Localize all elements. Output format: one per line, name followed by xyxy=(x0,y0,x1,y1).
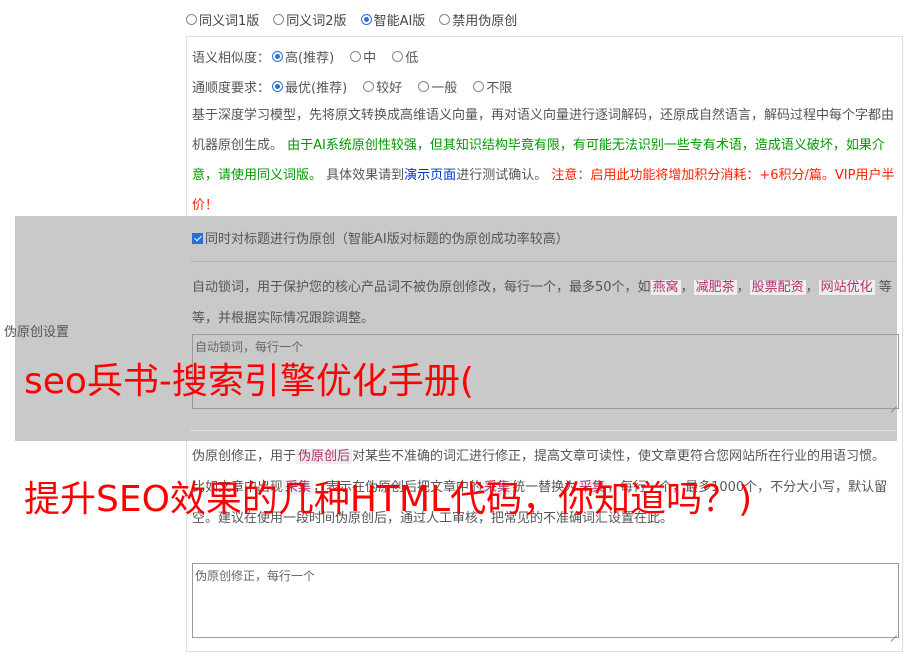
correction-placeholder: 伪原创修正，每行一个 xyxy=(195,569,316,583)
radio-icon[interactable] xyxy=(473,81,485,92)
correction-textarea[interactable]: 伪原创修正，每行一个 xyxy=(192,563,899,638)
version-option-synonym1[interactable]: 同义词1版 xyxy=(186,10,259,29)
overlay-title-line1: seo兵书-搜索引擎优化手册( xyxy=(24,361,474,402)
lock-words-intro: 自动锁词，用于保护您的核心产品词不被伪原创修改，每行一个，最多50个，如 xyxy=(192,280,651,295)
version-option-synonym2[interactable]: 同义词2版 xyxy=(273,10,347,29)
pseudo-original-settings-label: 伪原创设置 xyxy=(4,325,70,340)
divider xyxy=(190,261,897,262)
desc-part3: 具体效果请到 xyxy=(326,168,405,183)
separator: ， xyxy=(680,280,694,295)
divider xyxy=(190,430,897,431)
similarity-mid[interactable]: 中 xyxy=(350,47,376,66)
demo-page-link[interactable]: 演示页面 xyxy=(404,168,456,183)
desc-part4: 进行测试确认。 xyxy=(456,168,548,183)
title-checkbox-row[interactable]: 同时对标题进行伪原创（智能AI版对标题的伪原创成功率较高） xyxy=(192,228,569,247)
radio-icon[interactable] xyxy=(363,81,375,92)
tag-example: 伪原创后 xyxy=(296,449,353,464)
title-checkbox-label: 同时对标题进行伪原创（智能AI版对标题的伪原创成功率较高） xyxy=(205,232,569,247)
resize-handle-icon[interactable] xyxy=(889,628,897,636)
tag-example: 股票配资 xyxy=(749,280,806,295)
version-option-ai[interactable]: 智能AI版 xyxy=(360,10,425,29)
fluency-any[interactable]: 不限 xyxy=(473,77,512,96)
fluency-label: 通顺度要求： xyxy=(192,81,271,96)
lock-words-description: 自动锁词，用于保护您的核心产品词不被伪原创修改，每行一个，最多50个，如 燕窝，减… xyxy=(192,272,897,334)
lock-words-placeholder: 自动锁词，每行一个 xyxy=(195,340,304,354)
version-radio-group: 同义词1版 同义词2版 智能AI版 禁用伪原创 xyxy=(186,10,531,29)
similarity-low[interactable]: 低 xyxy=(392,47,418,66)
radio-icon[interactable] xyxy=(186,14,197,25)
separator: ， xyxy=(736,280,750,295)
ai-description: 基于深度学习模型，先将原文转换成高维语义向量，再对语义向量进行逐词解码，还原成自… xyxy=(192,101,897,221)
similarity-row: 语义相似度： 高(推荐) 中 低 xyxy=(192,47,434,66)
tag-example: 燕窝 xyxy=(650,280,681,295)
fluency-good[interactable]: 较好 xyxy=(363,77,402,96)
radio-checked-icon[interactable] xyxy=(360,14,372,25)
similarity-label: 语义相似度： xyxy=(192,51,271,66)
fluency-row: 通顺度要求： 最优(推荐) 较好 一般 不限 xyxy=(192,77,528,96)
radio-icon[interactable] xyxy=(350,51,362,62)
radio-icon[interactable] xyxy=(392,51,404,62)
fluency-best[interactable]: 最优(推荐) xyxy=(272,77,347,96)
radio-checked-icon[interactable] xyxy=(272,51,284,62)
fluency-normal[interactable]: 一般 xyxy=(418,77,457,96)
similarity-high[interactable]: 高(推荐) xyxy=(272,47,334,66)
radio-icon[interactable] xyxy=(273,14,285,25)
tag-example: 减肥茶 xyxy=(693,280,737,295)
separator: ， xyxy=(805,280,819,295)
radio-icon[interactable] xyxy=(439,14,451,25)
checkbox-checked-icon[interactable] xyxy=(192,233,203,244)
radio-checked-icon[interactable] xyxy=(272,81,284,92)
tag-example: 网站优化 xyxy=(818,280,875,295)
overlay-title-line2: 提升SEO效果的几种HTML代码，你知道吗？) xyxy=(24,479,753,520)
version-option-disable[interactable]: 禁用伪原创 xyxy=(439,10,517,29)
resize-handle-icon[interactable] xyxy=(889,399,897,407)
correction-intro: 伪原创修正，用于 xyxy=(192,449,297,464)
radio-icon[interactable] xyxy=(418,81,430,92)
